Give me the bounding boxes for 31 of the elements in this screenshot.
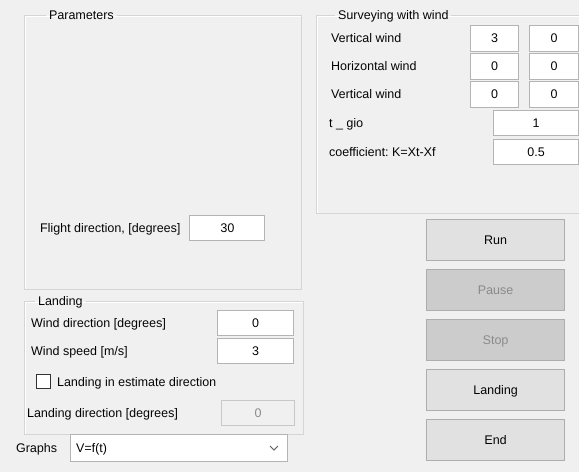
field-label: Vertical wind bbox=[330, 31, 402, 45]
checkbox-label: Landing in estimate direction bbox=[57, 374, 216, 388]
input-field[interactable]: 0 bbox=[470, 52, 519, 80]
input-field[interactable]: 3 bbox=[470, 24, 519, 52]
action-button[interactable]: Run bbox=[426, 219, 565, 261]
field-label: Landing direction [degrees] bbox=[27, 406, 179, 420]
input-field[interactable]: 1 bbox=[493, 110, 579, 136]
group-title: Surveying with wind bbox=[337, 8, 450, 22]
input-field[interactable]: 0 bbox=[217, 310, 294, 336]
action-button[interactable]: Landing bbox=[426, 369, 565, 411]
field-label: t _ gio bbox=[329, 116, 364, 130]
field-label: coefficient: K=Xt-Xf bbox=[329, 144, 436, 158]
input-field[interactable]: 30 bbox=[189, 215, 266, 241]
input-field[interactable]: 0 bbox=[470, 80, 519, 108]
field-label: Horizontal wind bbox=[330, 59, 418, 73]
action-button[interactable]: End bbox=[426, 419, 565, 461]
input-field[interactable]: 0.5 bbox=[493, 138, 579, 164]
group-title: Parameters bbox=[48, 8, 115, 22]
field-label: Wind speed [m/s] bbox=[30, 344, 129, 358]
field-label: Wind direction [degrees] bbox=[30, 316, 167, 330]
input-field[interactable]: 3 bbox=[217, 338, 294, 364]
field-label: Vertical wind bbox=[330, 87, 402, 101]
field-label: Graphs bbox=[16, 441, 57, 455]
chevron-down-icon bbox=[269, 445, 279, 451]
checkbox[interactable] bbox=[36, 374, 51, 389]
input-field[interactable]: 0 bbox=[529, 24, 579, 52]
group-title: Landing bbox=[37, 294, 84, 308]
input-field[interactable]: 0 bbox=[529, 52, 579, 80]
field-label: Flight direction, [degrees] bbox=[40, 221, 180, 235]
input-field[interactable]: 0 bbox=[529, 80, 579, 108]
dropdown[interactable]: V=f(t) bbox=[70, 434, 288, 462]
